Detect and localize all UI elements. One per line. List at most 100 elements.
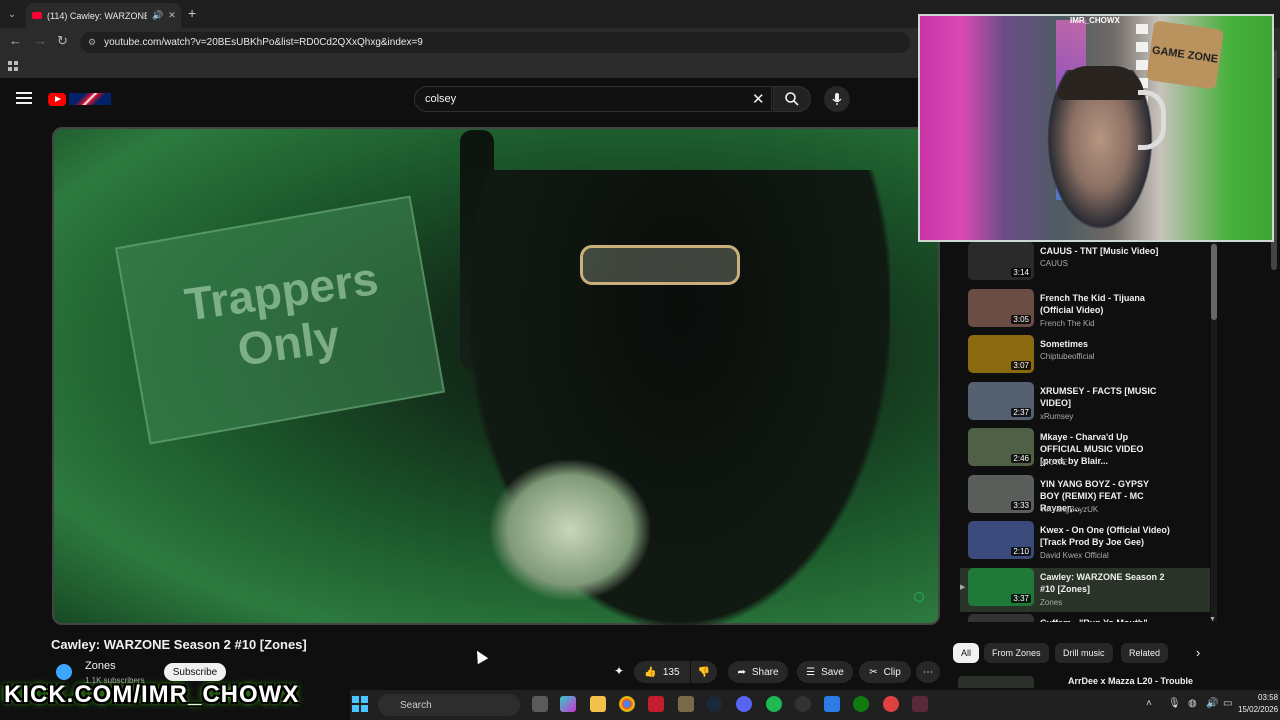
tab-audio-icon[interactable]: 🔊 bbox=[152, 10, 163, 21]
chip-from-zones[interactable]: From Zones bbox=[984, 643, 1049, 663]
scissors-icon: ✂ bbox=[869, 666, 878, 678]
subscribe-button[interactable]: Subscribe bbox=[164, 663, 226, 681]
recommendation-thumbnail[interactable]: 3:14 bbox=[968, 242, 1034, 280]
share-button[interactable]: ➦ Share bbox=[728, 661, 788, 683]
discord-icon[interactable] bbox=[736, 696, 752, 712]
youtube-logo[interactable] bbox=[48, 91, 114, 107]
webcam-username: IMR_CHOWX bbox=[1070, 16, 1120, 25]
like-count: 135 bbox=[662, 666, 680, 678]
recommendation-thumbnail[interactable] bbox=[968, 614, 1034, 622]
taskbar-search-box[interactable]: Search bbox=[378, 694, 520, 716]
more-dots-icon: ⋯ bbox=[923, 666, 933, 678]
channel-name[interactable]: Zones bbox=[85, 660, 116, 672]
browser-tab[interactable]: (114) Cawley: WARZONE S 🔊 ✕ bbox=[26, 3, 181, 28]
task-view-icon[interactable] bbox=[532, 696, 548, 712]
app-icon-blue[interactable] bbox=[824, 696, 840, 712]
search-input[interactable]: colsey bbox=[414, 86, 772, 112]
hamburger-menu-icon[interactable] bbox=[16, 92, 32, 104]
recommendation-channel[interactable]: Chiptubeofficial bbox=[1040, 352, 1095, 361]
recommendation-item[interactable]: Cuffem - "Run Yo Mouth" bbox=[960, 614, 1210, 622]
chip-all[interactable]: All bbox=[953, 643, 980, 663]
recommendation-thumbnail[interactable]: 2:10 bbox=[968, 521, 1034, 559]
recommendation-thumbnail[interactable]: 2:46 bbox=[968, 428, 1034, 466]
recommendation-item[interactable]: 3:33 YIN YANG BOYZ - GYPSY BOY (REMIX) FE… bbox=[960, 474, 1210, 519]
recommendation-thumbnail[interactable]: 3:37 bbox=[968, 567, 1034, 606]
windows-start-icon[interactable] bbox=[352, 696, 368, 712]
recommendation-item[interactable]: ▶ 3:37 Cawley: WARZONE Season 2 #10 [Zones… bbox=[960, 567, 1210, 612]
recommendation-channel[interactable]: MKAYE bbox=[1040, 458, 1067, 467]
channel-avatar[interactable] bbox=[56, 664, 72, 680]
recommendation-title[interactable]: Sometimes bbox=[1040, 338, 1170, 350]
forward-arrow-icon[interactable]: → bbox=[34, 33, 47, 48]
recommendation-channel[interactable]: French The Kid bbox=[1040, 319, 1095, 328]
chip-drill-music[interactable]: Drill music bbox=[1055, 643, 1113, 663]
recommendation-channel[interactable]: Zones bbox=[1040, 598, 1062, 607]
tray-battery-icon[interactable]: ▭ bbox=[1223, 698, 1232, 709]
recommendation-channel[interactable]: David Kwex Official bbox=[1040, 551, 1109, 560]
game-app-icon[interactable] bbox=[678, 696, 694, 712]
tray-expand-icon[interactable]: ˄ bbox=[1146, 698, 1152, 709]
tab-close-icon[interactable]: ✕ bbox=[168, 10, 176, 21]
recommendation-item[interactable]: 3:05 French The Kid - Tijuana (Official V… bbox=[960, 288, 1210, 333]
recommendation-title[interactable]: French The Kid - Tijuana (Official Video… bbox=[1040, 292, 1170, 316]
chrome-icon[interactable] bbox=[619, 696, 635, 712]
steam-icon[interactable] bbox=[706, 696, 722, 712]
save-button[interactable]: ☰ Save bbox=[797, 661, 853, 683]
apps-grid-icon[interactable] bbox=[8, 61, 18, 71]
site-info-icon[interactable]: ⚙ bbox=[88, 37, 96, 48]
recommendation-thumbnail[interactable]: 2:37 bbox=[968, 381, 1034, 420]
video-glasses bbox=[580, 245, 740, 285]
tray-mic-icon[interactable]: 🎙 bbox=[1168, 698, 1181, 709]
recommendation-thumbnail[interactable]: 3:07 bbox=[968, 335, 1034, 373]
app-icon-red[interactable] bbox=[883, 696, 899, 712]
back-arrow-icon[interactable]: ← bbox=[9, 33, 22, 48]
hype-icon[interactable]: ✦ bbox=[614, 664, 624, 678]
scroll-down-arrow-icon[interactable]: ▼ bbox=[1209, 616, 1216, 623]
recommendation-item[interactable]: 3:07 Sometimes Chiptubeofficial bbox=[960, 335, 1210, 379]
more-actions-button[interactable]: ⋯ bbox=[916, 661, 940, 683]
app-icon-pin[interactable] bbox=[912, 696, 928, 712]
reload-icon[interactable]: ↻ bbox=[57, 33, 68, 49]
recommendation-channel[interactable]: xRumsey bbox=[1040, 412, 1073, 421]
address-bar[interactable]: ⚙ youtube.com/watch?v=20BEsUBKhPo&list=R… bbox=[80, 32, 910, 53]
chip-scroll-right-icon[interactable]: › bbox=[1196, 645, 1200, 660]
next-recommendation-title[interactable]: ArrDee x Mazza L20 - Trouble bbox=[1068, 676, 1193, 686]
dislike-button[interactable]: 👎 bbox=[691, 661, 717, 683]
voice-search-button[interactable] bbox=[824, 86, 850, 112]
tab-list-chevron-icon[interactable]: ⌄ bbox=[4, 6, 20, 22]
tray-volume-icon[interactable]: 🔊 bbox=[1206, 698, 1218, 709]
adobe-icon[interactable] bbox=[648, 696, 664, 712]
recommendation-channel[interactable]: CAUUS bbox=[1040, 259, 1068, 268]
xbox-icon[interactable] bbox=[853, 696, 869, 712]
search-clear-icon[interactable]: ✕ bbox=[752, 90, 765, 108]
spotify-icon[interactable] bbox=[766, 696, 782, 712]
taskbar-date: 15/02/2026 bbox=[1238, 705, 1279, 714]
recommendation-title[interactable]: CAUUS - TNT [Music Video] bbox=[1040, 245, 1170, 257]
recommendation-thumbnail[interactable]: 3:05 bbox=[968, 288, 1034, 327]
tray-network-icon[interactable]: ◍ bbox=[1188, 698, 1197, 709]
video-hand bbox=[490, 460, 650, 600]
recommendation-title[interactable]: Kwex - On One (Official Video) [Track Pr… bbox=[1040, 524, 1170, 548]
taskbar-clock[interactable]: 03:58 15/02/2026 bbox=[1238, 692, 1278, 716]
recommendation-channel[interactable]: YinYangBoyzUK bbox=[1040, 505, 1098, 514]
recommendation-title[interactable]: Cuffem - "Run Yo Mouth" bbox=[1040, 617, 1170, 622]
sidebar-scroll-thumb[interactable] bbox=[1211, 244, 1217, 320]
video-title: Cawley: WARZONE Season 2 #10 [Zones] bbox=[51, 637, 307, 652]
new-tab-button[interactable]: + bbox=[188, 5, 196, 21]
channel-watermark-icon[interactable] bbox=[914, 592, 924, 602]
obs-icon[interactable] bbox=[795, 696, 811, 712]
search-button[interactable] bbox=[773, 86, 811, 112]
next-recommendation-thumbnail[interactable] bbox=[958, 676, 1034, 688]
copilot-icon[interactable] bbox=[560, 696, 576, 712]
recommendation-thumbnail[interactable]: 3:33 bbox=[968, 474, 1034, 513]
recommendation-item[interactable]: 3:14 CAUUS - TNT [Music Video] CAUUS bbox=[960, 242, 1210, 286]
file-explorer-icon[interactable] bbox=[590, 696, 606, 712]
recommendation-item[interactable]: 2:46 Mkaye - Charva'd Up OFFICIAL MUSIC V… bbox=[960, 428, 1210, 472]
recommendation-item[interactable]: 2:37 XRUMSEY - FACTS [MUSIC VIDEO] xRumsey bbox=[960, 381, 1210, 426]
clip-button[interactable]: ✂ Clip bbox=[859, 661, 911, 683]
recommendation-item[interactable]: 2:10 Kwex - On One (Official Video) [Trac… bbox=[960, 521, 1210, 565]
recommendation-title[interactable]: Cawley: WARZONE Season 2 #10 [Zones] bbox=[1040, 571, 1170, 595]
like-button[interactable]: 👍 135 bbox=[634, 661, 690, 683]
chip-related[interactable]: Related bbox=[1121, 643, 1169, 663]
recommendation-title[interactable]: XRUMSEY - FACTS [MUSIC VIDEO] bbox=[1040, 385, 1170, 409]
